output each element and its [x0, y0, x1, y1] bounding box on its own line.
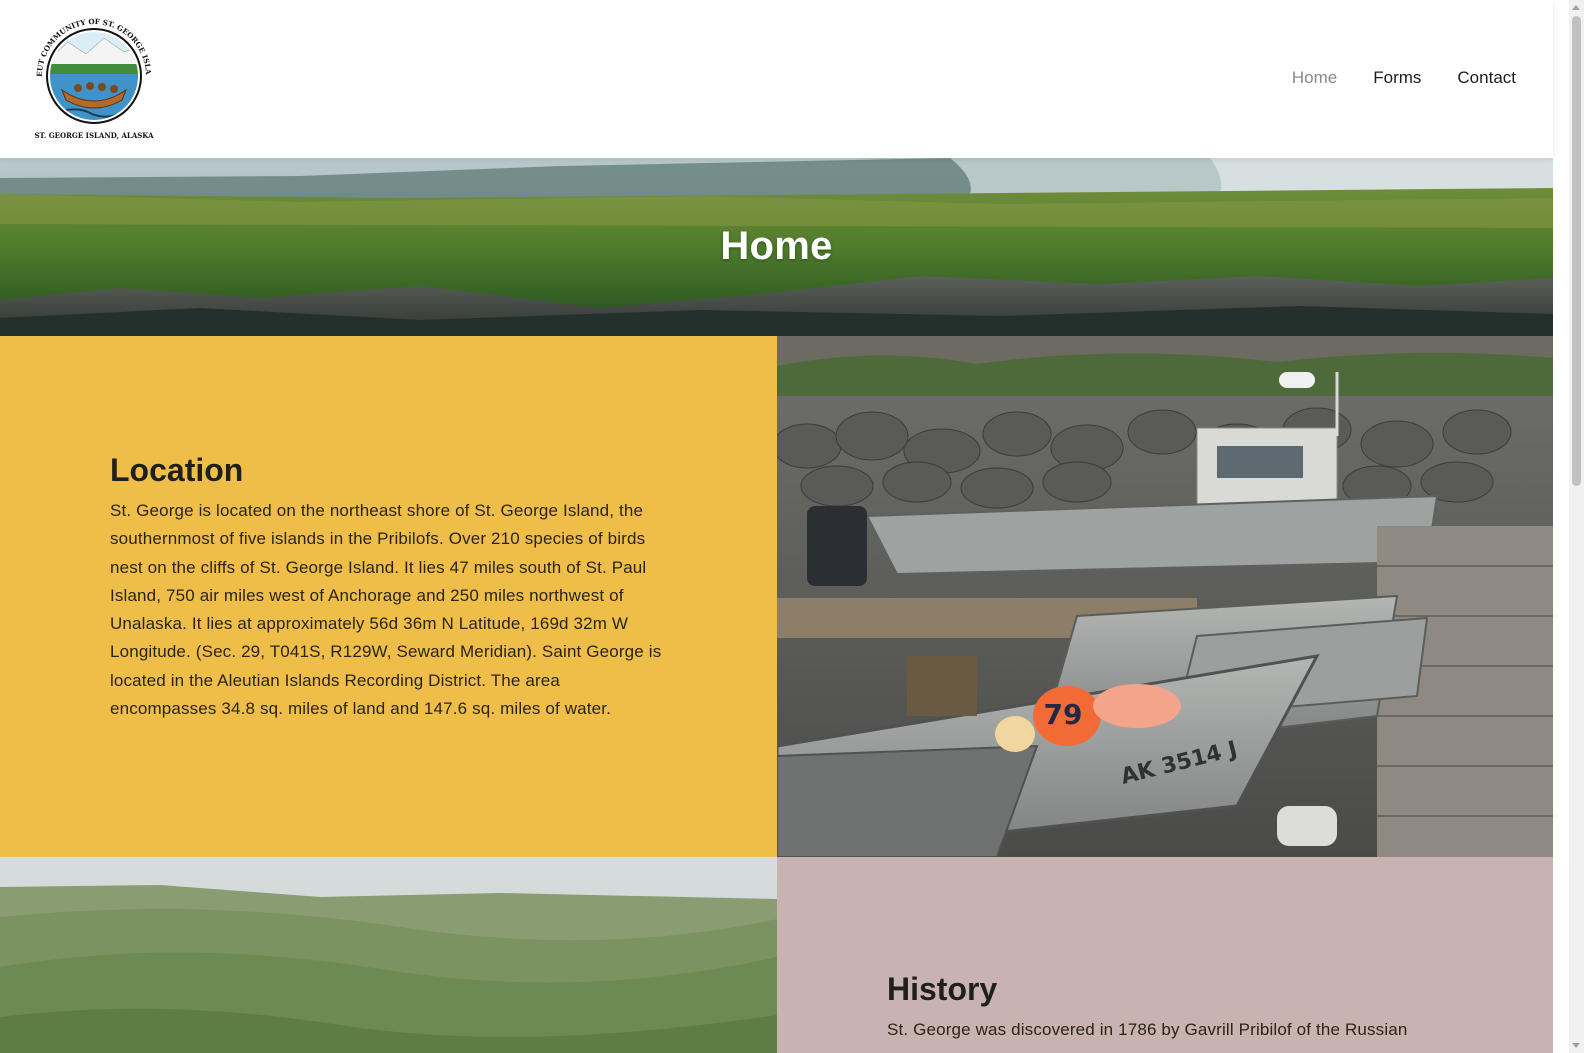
buoy-number: 79: [1044, 698, 1083, 731]
page-title: Home: [720, 224, 833, 268]
main-nav: Home Forms Contact: [1292, 68, 1516, 88]
history-body: St. George was discovered in 1786 by Gav…: [887, 1020, 1408, 1039]
boats-harbor-image: 79 AK 3514 J: [777, 336, 1553, 857]
hills-landscape-image: [0, 857, 777, 1053]
location-heading: Location: [110, 452, 244, 488]
logo-bottom-text: ST. GEORGE ISLAND, ALASKA: [34, 131, 154, 140]
page-scrollbar[interactable]: [1569, 0, 1584, 1053]
history-heading: History: [887, 971, 998, 1007]
nav-contact-link[interactable]: Contact: [1457, 68, 1516, 88]
location-body: St. George is located on the northeast s…: [110, 501, 662, 719]
harbor-photo: 79 AK 3514 J: [777, 336, 1553, 857]
logo-seal-icon: ALEUT COMMUNITY OF ST. GEORGE ISLAND ST.…: [24, 1, 154, 140]
hero-banner: Home: [0, 158, 1553, 336]
history-section: History St. George was discovered in 178…: [777, 857, 1553, 1053]
hills-photo: [0, 857, 777, 1053]
scroll-thumb[interactable]: [1572, 16, 1581, 486]
scroll-up-icon[interactable]: [1572, 5, 1580, 10]
history-content: History St. George was discovered in 178…: [887, 971, 1447, 1044]
site-header: ALEUT COMMUNITY OF ST. GEORGE ISLAND ST.…: [0, 0, 1553, 158]
location-content: Location St. George is located on the no…: [110, 452, 668, 723]
site-logo[interactable]: ALEUT COMMUNITY OF ST. GEORGE ISLAND ST.…: [24, 1, 160, 142]
scroll-down-icon[interactable]: [1572, 1043, 1580, 1048]
nav-home-link[interactable]: Home: [1292, 68, 1337, 88]
nav-forms-link[interactable]: Forms: [1373, 68, 1421, 88]
location-section: Location St. George is located on the no…: [0, 336, 777, 857]
